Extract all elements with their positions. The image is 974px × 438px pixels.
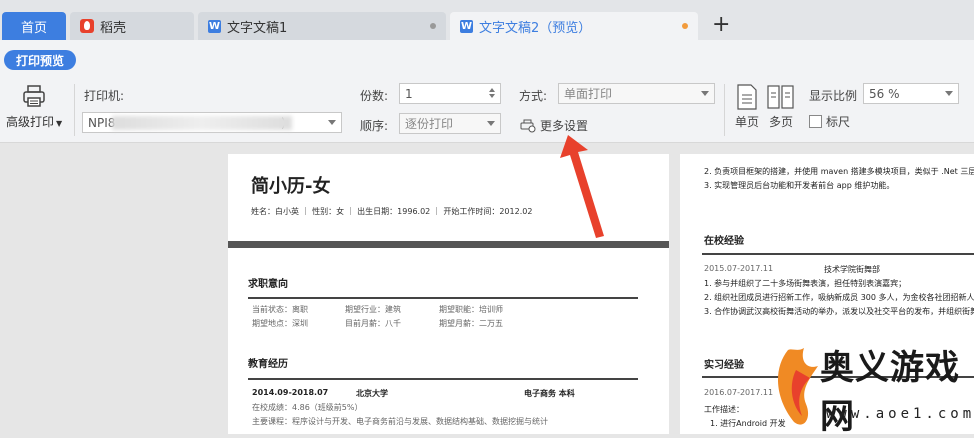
tab-status-dot: [430, 23, 436, 29]
mode-select[interactable]: 单面打印: [558, 83, 715, 104]
edu-date: 2014.09-2018.07: [252, 388, 329, 397]
edu-school: 北京大学: [356, 389, 388, 398]
unsaved-dot-icon: [682, 23, 688, 29]
date-range: 2015.07-2017.11: [704, 264, 774, 273]
tab-home-label: 首页: [20, 20, 47, 36]
tab-home[interactable]: 首页: [2, 12, 66, 40]
list-item: 1. 参与并组织了二十多场街舞表演，担任特别表演嘉宾；: [704, 279, 907, 288]
expected-function: 期望职能：培训师: [439, 305, 503, 314]
copies-value: 1: [405, 86, 413, 101]
order-label: 顺序:: [360, 119, 389, 133]
edu-major: 电子商务 本科: [524, 389, 575, 398]
order-select[interactable]: 逐份打印: [399, 113, 501, 134]
organization: 技术学院街舞部: [824, 265, 880, 274]
section-internship: 实习经验: [704, 360, 744, 371]
ruler-checkbox[interactable]: [809, 115, 822, 128]
watermark-text: 奥义游戏网: [820, 348, 960, 437]
single-page-label[interactable]: 单页: [735, 113, 759, 130]
dropdown-caret-icon: ▼: [56, 119, 63, 128]
add-tab-button[interactable]: +: [712, 14, 730, 36]
section-rule: [248, 378, 638, 380]
list-item: 3. 合作协调武汉高校街舞活动的举办，派发以及社交平台的发布，并组织街舞: [704, 307, 974, 316]
annotation-arrow-icon: [560, 135, 604, 238]
writer-doc-icon: W: [208, 19, 221, 33]
current-salary: 目前月薪：八千: [345, 319, 401, 328]
list-item: 2. 组织社团成员进行招新工作，吸纳新成员 300 多人，为金校各社团招新人数: [704, 293, 974, 302]
section-job-intention: 求职意向: [248, 279, 288, 290]
tab-daoke[interactable]: 稻壳: [70, 12, 194, 40]
printer-label: 打印机:: [84, 89, 125, 103]
watermark-url: www.aoe1.com: [826, 406, 974, 422]
daoke-flame-icon: [80, 19, 94, 33]
tab-document-1[interactable]: W 文字文稿1: [198, 12, 446, 40]
zoom-value: 56 %: [869, 86, 900, 101]
tab-daoke-label: 稻壳: [100, 20, 127, 36]
expected-salary: 期望月薪：二万五: [439, 319, 503, 328]
date-range: 2016.07-2017.11: [704, 388, 774, 397]
edu-courses: 主要课程：程序设计与开发、电子商务前沿与发展、数据结构基础、数据挖掘与统计: [252, 417, 548, 426]
multi-page-icon[interactable]: [767, 84, 795, 110]
zoom-select[interactable]: 56 %: [863, 83, 959, 104]
current-status: 当前状态：离职: [252, 305, 308, 314]
edu-gpa: 在校成绩：4.86（班级前5%）: [252, 403, 363, 412]
single-page-icon[interactable]: [736, 84, 758, 110]
copies-stepper[interactable]: 1: [399, 83, 501, 104]
separator: [724, 84, 725, 136]
expected-location: 期望地点：深圳: [252, 319, 308, 328]
expected-industry: 期望行业：建筑: [345, 305, 401, 314]
redacted-printer-name: [112, 116, 292, 130]
zoom-label: 显示比例: [809, 89, 858, 103]
resume-title: 简小历-女: [251, 176, 331, 197]
copies-label: 份数:: [360, 89, 389, 103]
resume-info: 姓名：白小英 ｜ 性别：女 ｜ 出生日期：1996.02 ｜ 开始工作时间：20…: [251, 207, 533, 216]
tab-document-1-label: 文字文稿1: [227, 20, 288, 36]
tab-bar: 首页 稻壳 W 文字文稿1 W 文字文稿2（预览） +: [0, 0, 974, 40]
divider-bar: [228, 241, 669, 248]
mode-label: 方式:: [519, 89, 548, 103]
chevron-down-icon: [945, 91, 953, 96]
tab-document-2-preview[interactable]: W 文字文稿2（预览）: [450, 12, 698, 40]
order-value: 逐份打印: [405, 117, 454, 131]
work-description-label: 工作描述：: [704, 405, 744, 414]
print-preview-tab[interactable]: 打印预览: [4, 50, 76, 70]
printer-settings-icon: [520, 119, 536, 132]
section-rule: [702, 253, 974, 255]
text-line: 2. 负责项目框架的搭建，并使用 maven 搭建多模块项目，类似于 .Net …: [704, 167, 974, 176]
ruler-label: 标尺: [826, 115, 851, 129]
section-campus-experience: 在校经验: [704, 236, 744, 247]
multi-page-label[interactable]: 多页: [769, 113, 793, 130]
stepper-arrows-icon[interactable]: [488, 86, 496, 101]
chevron-down-icon: [328, 120, 336, 125]
section-rule: [248, 297, 638, 299]
mode-value: 单面打印: [564, 87, 613, 101]
printer-icon[interactable]: [22, 84, 46, 108]
separator: [74, 84, 75, 136]
advanced-print-button[interactable]: 高级打印 ▼: [6, 113, 62, 130]
writer-doc-icon: W: [460, 19, 473, 33]
ruler-toggle[interactable]: 标尺: [809, 113, 850, 130]
section-education: 教育经历: [248, 359, 288, 370]
text-line: 3. 实现管理员后台功能和开发者前台 app 维护功能。: [704, 181, 895, 190]
tab-document-2-label: 文字文稿2（预览）: [479, 20, 592, 36]
chevron-down-icon: [487, 121, 495, 126]
print-preview-toolbar: 打印预览 高级打印▼ 打印机: NPI8 ) 份数: 1 顺序: 逐份打印 方式…: [0, 40, 974, 143]
chevron-down-icon: [701, 91, 709, 96]
advanced-print-label: 高级打印: [6, 115, 55, 129]
